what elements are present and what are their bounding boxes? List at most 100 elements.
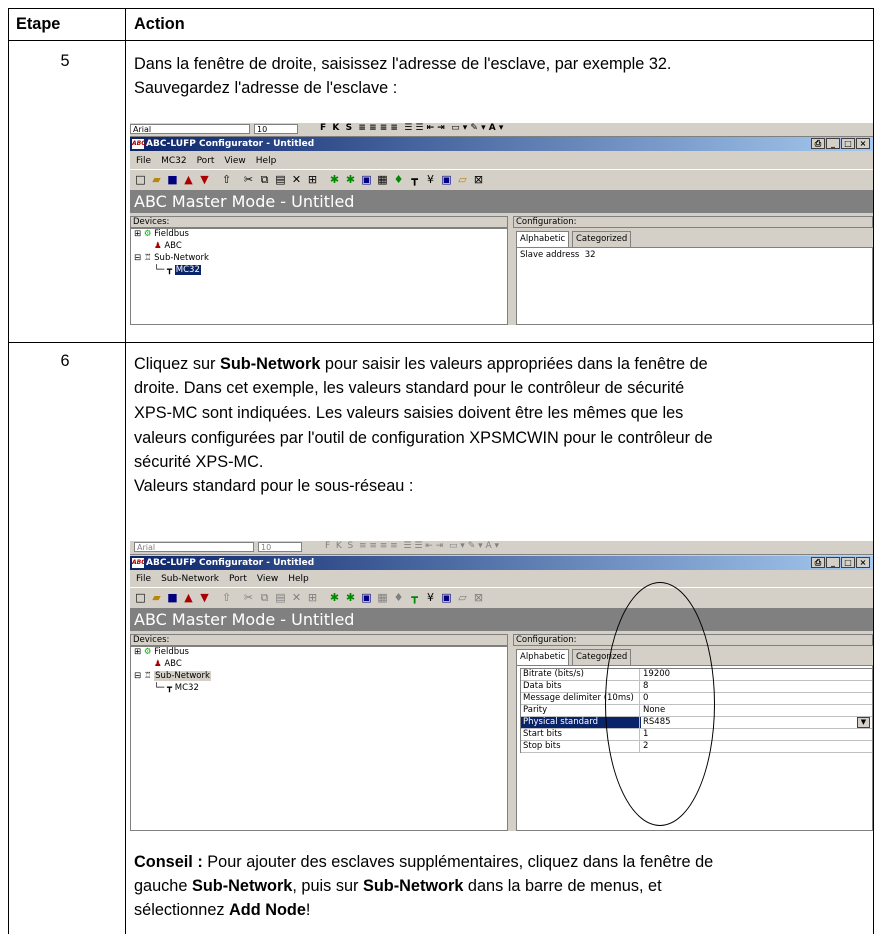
tree-item-abc[interactable]: ♟ ABC bbox=[154, 659, 182, 670]
screen-icon[interactable]: ▣ bbox=[440, 591, 453, 604]
app-title: ABC-LUFP Configurator - Untitled bbox=[146, 558, 315, 568]
tree-item-fieldbus[interactable]: ⊞ ⚙ Fieldbus bbox=[134, 229, 189, 240]
menu-file[interactable]: File bbox=[136, 156, 151, 166]
maximize-icon[interactable]: □ bbox=[841, 138, 855, 149]
font-size-field: 10 bbox=[258, 542, 302, 552]
connect-icon[interactable]: ✱ bbox=[328, 173, 341, 186]
font-name-field: Arial bbox=[130, 124, 250, 134]
delete-icon[interactable]: ✕ bbox=[290, 591, 303, 604]
bold-sub-network: Sub-Network bbox=[219, 355, 321, 373]
menu-help[interactable]: Help bbox=[256, 156, 277, 166]
devices-label: Devices: bbox=[130, 216, 508, 228]
app-menubar: File MC32 Port View Help bbox=[130, 154, 873, 168]
properties-icon[interactable]: ▦ bbox=[376, 173, 389, 186]
config-tabs: Alphabetic Categorized bbox=[516, 231, 666, 247]
device-icon[interactable]: ┳ bbox=[408, 591, 421, 604]
tree-item-mc32[interactable]: └─ ┳ MC32 bbox=[154, 683, 199, 694]
tree-item-abc[interactable]: ♟ ABC bbox=[154, 241, 182, 252]
property-key: Stop bits bbox=[523, 741, 561, 751]
connect-icon[interactable]: ✱ bbox=[328, 591, 341, 604]
save-icon[interactable]: ■ bbox=[166, 173, 179, 186]
property-key: Data bits bbox=[523, 681, 562, 691]
folder-up-icon[interactable]: ⇧ bbox=[220, 591, 233, 604]
menu-port[interactable]: Port bbox=[197, 156, 215, 166]
menu-port[interactable]: Port bbox=[229, 574, 247, 584]
device-icon[interactable]: ┳ bbox=[408, 173, 421, 186]
network-icon[interactable]: ¥ bbox=[424, 173, 437, 186]
screen-icon[interactable]: ▣ bbox=[440, 173, 453, 186]
download-icon[interactable]: ▼ bbox=[198, 173, 211, 186]
monitor-icon[interactable]: ▣ bbox=[360, 591, 373, 604]
dropdown-arrow-icon[interactable]: ▼ bbox=[857, 717, 870, 728]
monitor-icon[interactable]: ▣ bbox=[360, 173, 373, 186]
paste-icon[interactable]: ▤ bbox=[274, 591, 287, 604]
word-format-icons: F K S ≡ ≡ ≡ ≡ ☰ ☰ ⇤ ⇥ ▭ ▾ ✎ ▾ A ▾ bbox=[325, 541, 500, 551]
menu-view[interactable]: View bbox=[224, 156, 245, 166]
window-buttons: ⎙ _ □ × bbox=[811, 557, 870, 569]
insert-icon[interactable]: ⊞ bbox=[306, 173, 319, 186]
minimize-icon[interactable]: _ bbox=[826, 138, 840, 149]
node-icon[interactable]: ♦ bbox=[392, 173, 405, 186]
app-titlebar: ABC ABC-LUFP Configurator - Untitled ⎙ _… bbox=[130, 137, 873, 151]
step-text-line: valeurs configurées par l'outil de confi… bbox=[134, 429, 713, 447]
print-icon[interactable]: ⎙ bbox=[811, 557, 825, 568]
configuration-label: Configuration: bbox=[513, 216, 873, 228]
menu-help[interactable]: Help bbox=[288, 574, 309, 584]
folder-icon[interactable]: ▱ bbox=[456, 591, 469, 604]
folder-up-icon[interactable]: ⇧ bbox=[220, 173, 233, 186]
save-icon[interactable]: ■ bbox=[166, 591, 179, 604]
open-icon[interactable]: ▰ bbox=[150, 173, 163, 186]
copy-icon[interactable]: ⧉ bbox=[258, 591, 271, 604]
tree-item-fieldbus[interactable]: ⊞ ⚙ Fieldbus bbox=[134, 647, 189, 658]
upload-icon[interactable]: ▲ bbox=[182, 591, 195, 604]
step-text-line: Dans la fenêtre de droite, saisissez l'a… bbox=[134, 55, 672, 73]
open-icon[interactable]: ▰ bbox=[150, 591, 163, 604]
tab-alphabetic[interactable]: Alphabetic bbox=[516, 649, 570, 665]
node-icon[interactable]: ♦ bbox=[392, 591, 405, 604]
configurator-screenshot-slave-address: Arial 10 F K S ≡ ≡ ≡ ≡ ☰ ☰ ⇤ ⇥ ▭ ▾ ✎ ▾ A… bbox=[130, 123, 873, 325]
insert-icon[interactable]: ⊞ bbox=[306, 591, 319, 604]
tree-item-sub-network[interactable]: ⊟ ♖ Sub-Network bbox=[134, 253, 209, 264]
menu-sub-network[interactable]: Sub-Network bbox=[161, 574, 219, 584]
network-icon[interactable]: ¥ bbox=[424, 591, 437, 604]
properties-icon[interactable]: ▦ bbox=[376, 591, 389, 604]
tab-categorized[interactable]: Categorized bbox=[572, 231, 632, 247]
close-icon[interactable]: × bbox=[856, 138, 870, 149]
image-icon[interactable]: ⊠ bbox=[472, 591, 485, 604]
download-icon[interactable]: ▼ bbox=[198, 591, 211, 604]
minimize-icon[interactable]: _ bbox=[826, 557, 840, 568]
table-right-border bbox=[873, 8, 874, 343]
menu-file[interactable]: File bbox=[136, 574, 151, 584]
property-row[interactable]: Slave address 32 bbox=[520, 250, 596, 261]
menu-mc32[interactable]: MC32 bbox=[161, 156, 187, 166]
font-name-field: Arial bbox=[134, 542, 254, 552]
property-value: 32 bbox=[584, 250, 596, 260]
menu-view[interactable]: View bbox=[257, 574, 278, 584]
step-text-line: sécurité XPS-MC. bbox=[134, 453, 264, 471]
print-icon[interactable]: ⎙ bbox=[811, 138, 825, 149]
step-number: 5 bbox=[60, 52, 70, 70]
delete-icon[interactable]: ✕ bbox=[290, 173, 303, 186]
tab-alphabetic[interactable]: Alphabetic bbox=[516, 231, 570, 247]
disconnect-icon[interactable]: ✱ bbox=[344, 173, 357, 186]
tree-item-mc32[interactable]: └─ ┳ MC32 bbox=[154, 265, 201, 276]
cut-icon[interactable]: ✂ bbox=[242, 591, 255, 604]
copy-icon[interactable]: ⧉ bbox=[258, 173, 271, 186]
disconnect-icon[interactable]: ✱ bbox=[344, 591, 357, 604]
maximize-icon[interactable]: □ bbox=[841, 557, 855, 568]
mode-title-bar: ABC Master Mode - Untitled bbox=[130, 609, 873, 631]
tip-line: sélectionnez Add Node! bbox=[134, 901, 311, 919]
upload-icon[interactable]: ▲ bbox=[182, 173, 195, 186]
header-step: Etape bbox=[16, 15, 61, 33]
cut-icon[interactable]: ✂ bbox=[242, 173, 255, 186]
new-icon[interactable]: □ bbox=[134, 173, 147, 186]
paste-icon[interactable]: ▤ bbox=[274, 173, 287, 186]
close-icon[interactable]: × bbox=[856, 557, 870, 568]
step-text-line: Sauvegardez l'adresse de l'esclave : bbox=[134, 79, 398, 97]
new-icon[interactable]: □ bbox=[134, 591, 147, 604]
tip-label: Conseil : bbox=[134, 853, 203, 871]
tree-item-sub-network[interactable]: ⊟ ♖ Sub-Network bbox=[134, 671, 211, 682]
image-icon[interactable]: ⊠ bbox=[472, 173, 485, 186]
folder-icon[interactable]: ▱ bbox=[456, 173, 469, 186]
devices-pane[interactable] bbox=[130, 228, 508, 325]
